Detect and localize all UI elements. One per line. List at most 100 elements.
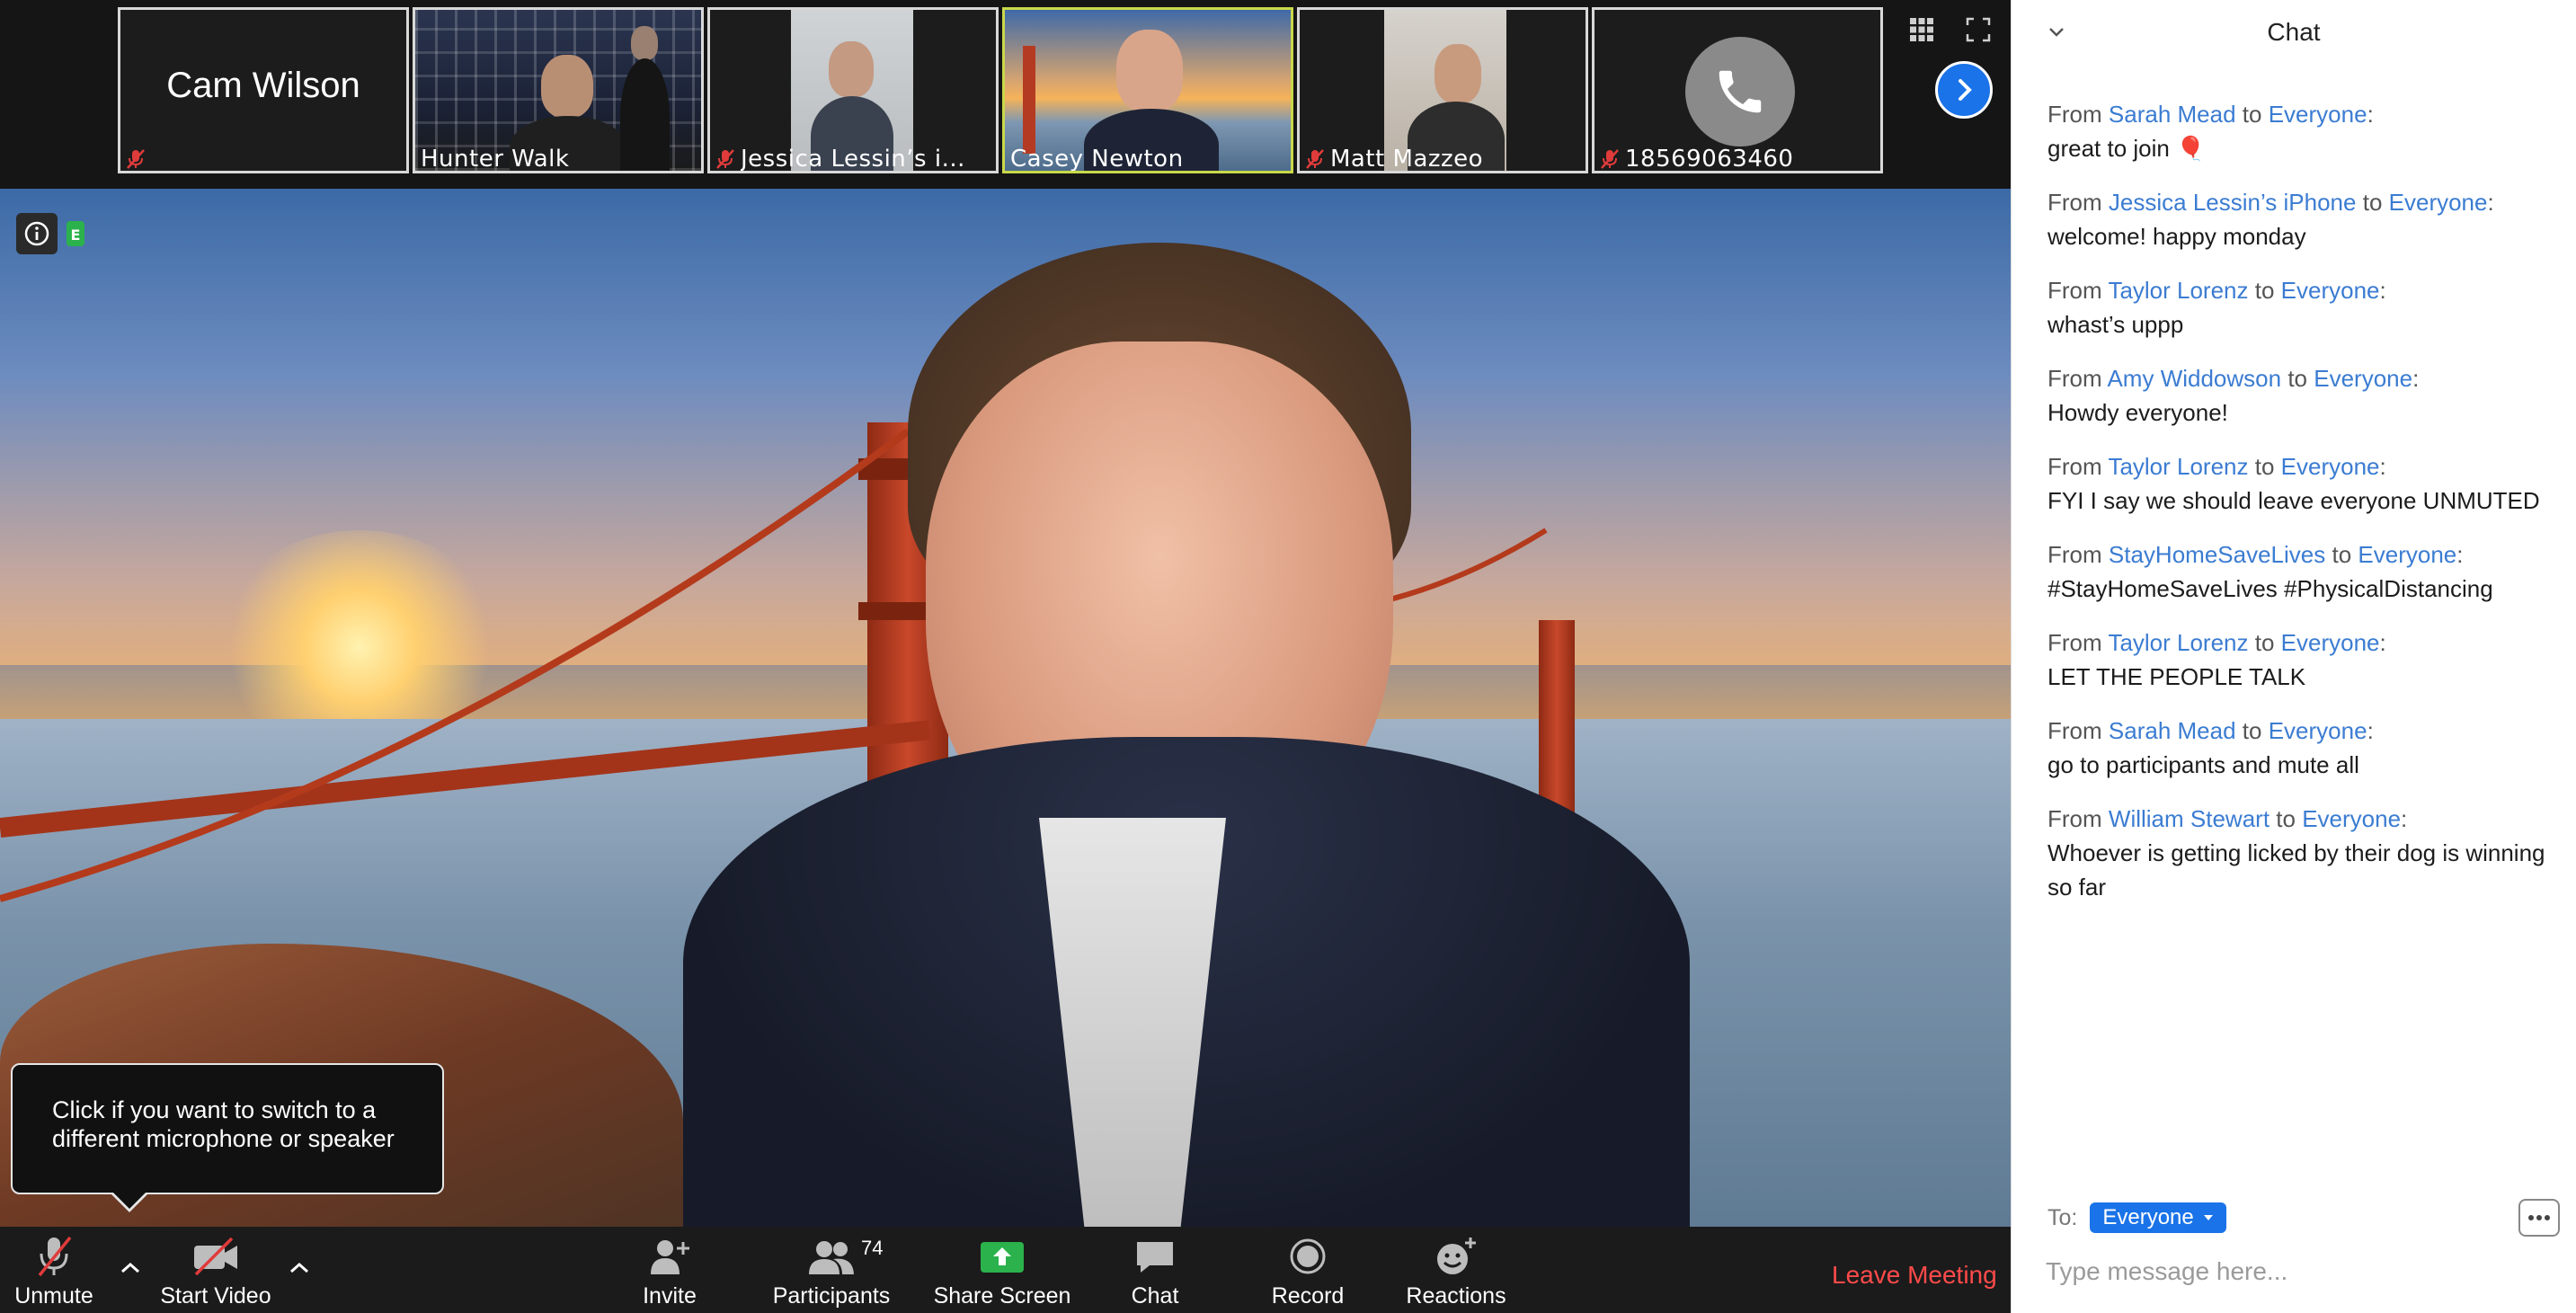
from-word: From: [2047, 453, 2102, 480]
record-button[interactable]: Record: [1263, 1227, 1353, 1313]
from-word: From: [2047, 365, 2102, 392]
emoji-add-icon: [1429, 1231, 1483, 1282]
from-word: From: [2047, 805, 2102, 832]
from-word: From: [2047, 189, 2102, 216]
sender-name[interactable]: Sarah Mead: [2109, 101, 2236, 128]
record-icon: [1281, 1231, 1335, 1282]
chat-message-text: whast’s uppp: [2047, 311, 2184, 338]
participant-name-bar: Casey Newton: [1005, 146, 1291, 173]
from-word: From: [2047, 277, 2102, 304]
phone-avatar: [1685, 37, 1795, 146]
recipient-name[interactable]: Everyone: [2269, 717, 2367, 744]
start-video-label: Start Video: [160, 1283, 271, 1309]
add-person-icon: [643, 1231, 697, 1282]
participant-thumbnail[interactable]: Cam Wilson: [118, 7, 409, 173]
reactions-button[interactable]: Reactions: [1402, 1227, 1510, 1313]
participant-name-bar: 18569063460: [1594, 146, 1880, 173]
meeting-info-button[interactable]: [16, 213, 58, 254]
to-word: to: [2254, 277, 2275, 304]
to-word: to: [2242, 717, 2262, 744]
participant-thumbnail[interactable]: 18569063460: [1592, 7, 1883, 173]
chat-message-text: go to participants and mute all: [2047, 751, 2359, 778]
invite-label: Invite: [643, 1283, 697, 1309]
from-word: From: [2047, 101, 2102, 128]
chat-message-input[interactable]: [2046, 1249, 2549, 1294]
chat-message-header: From Sarah Mead to Everyone:: [2047, 714, 2560, 748]
recipient-name[interactable]: Everyone: [2269, 101, 2367, 128]
sender-name[interactable]: Taylor Lorenz: [2108, 629, 2248, 656]
invite-button[interactable]: Invite: [629, 1227, 710, 1313]
recipient-name[interactable]: Everyone: [2389, 189, 2488, 216]
to-word: to: [2276, 805, 2296, 832]
chat-more-options-button[interactable]: [2518, 1199, 2560, 1237]
recipient-select[interactable]: Everyone: [2090, 1202, 2226, 1233]
share-screen-button[interactable]: Share Screen: [930, 1227, 1074, 1313]
info-icon: [24, 221, 49, 246]
recipient-name[interactable]: Everyone: [2302, 805, 2401, 832]
sender-name[interactable]: Taylor Lorenz: [2108, 453, 2248, 480]
sender-name[interactable]: William Stewart: [2109, 805, 2270, 832]
chat-message: From William Stewart to Everyone: Whoever…: [2047, 802, 2560, 904]
to-word: to: [2332, 541, 2352, 568]
from-word: From: [2047, 629, 2102, 656]
chat-message-header: From Taylor Lorenz to Everyone:: [2047, 625, 2560, 660]
chat-title: Chat: [2267, 18, 2321, 46]
chat-message-header: From Taylor Lorenz to Everyone:: [2047, 273, 2560, 307]
chat-message-header: From Taylor Lorenz to Everyone:: [2047, 449, 2560, 484]
chat-message-text: #StayHomeSaveLives #PhysicalDistancing: [2047, 575, 2493, 602]
participant-name: Jessica Lessin’s i...: [741, 146, 965, 173]
video-area: Cam Wilson Hunter Walk Jessica Lessin’s …: [0, 0, 2011, 1313]
colon: :: [2379, 453, 2386, 480]
sender-name[interactable]: Jessica Lessin’s iPhone: [2109, 189, 2357, 216]
encryption-shield-icon[interactable]: E: [65, 219, 86, 248]
leave-meeting-button[interactable]: Leave Meeting: [1832, 1261, 1997, 1290]
participants-label: Participants: [772, 1283, 891, 1309]
participant-name-bar: [120, 147, 406, 171]
participant-face: [1116, 30, 1183, 112]
recipient-name[interactable]: Everyone: [2314, 365, 2412, 392]
chat-button[interactable]: Chat: [1115, 1227, 1195, 1313]
grid-view-icon[interactable]: [1908, 16, 1935, 43]
share-screen-icon: [975, 1231, 1029, 1282]
to-word: to: [2362, 189, 2383, 216]
to-word: to: [2254, 453, 2275, 480]
participant-thumbnail[interactable]: Jessica Lessin’s i...: [707, 7, 999, 173]
next-page-button[interactable]: [1935, 61, 1993, 119]
sender-name[interactable]: Taylor Lorenz: [2108, 277, 2248, 304]
recipient-name[interactable]: Everyone: [2281, 453, 2380, 480]
mic-muted-icon: [1306, 149, 1324, 169]
participant-thumbnail[interactable]: Matt Mazzeo: [1297, 7, 1588, 173]
colon: :: [2367, 717, 2374, 744]
recipient-name[interactable]: Everyone: [2281, 629, 2380, 656]
background-person: [631, 26, 658, 60]
participant-name-large: Cam Wilson: [166, 66, 360, 105]
chat-message: From Jessica Lessin’s iPhone to Everyone…: [2047, 185, 2560, 253]
caret-down-icon: [2203, 1215, 2213, 1220]
fullscreen-icon[interactable]: [1965, 16, 1992, 43]
sender-name[interactable]: Amy Widdowson: [2107, 365, 2281, 392]
reactions-label: Reactions: [1406, 1283, 1506, 1309]
sender-name[interactable]: Sarah Mead: [2109, 717, 2236, 744]
chat-message: From StayHomeSaveLives to Everyone: #Stay…: [2047, 537, 2560, 606]
start-video-button[interactable]: Start Video: [153, 1227, 279, 1313]
chat-message-list: From Sarah Mead to Everyone: great to joi…: [2047, 97, 2560, 924]
recipient-name[interactable]: Everyone: [2281, 277, 2380, 304]
audio-options-caret-icon[interactable]: [117, 1257, 144, 1279]
chat-message-text: Howdy everyone!: [2047, 399, 2228, 426]
chat-message: From Taylor Lorenz to Everyone: FYI I say…: [2047, 449, 2560, 518]
video-options-caret-icon[interactable]: [286, 1257, 313, 1279]
colon: :: [2379, 277, 2386, 304]
bridge-tower: [1023, 46, 1035, 154]
unmute-button[interactable]: Unmute: [9, 1227, 99, 1313]
sender-name[interactable]: StayHomeSaveLives: [2109, 541, 2325, 568]
thumbnail-strip: Cam Wilson Hunter Walk Jessica Lessin’s …: [0, 0, 2011, 189]
participant-name: Casey Newton: [1010, 146, 1184, 173]
unmute-label: Unmute: [14, 1283, 93, 1309]
participant-name: 18569063460: [1625, 146, 1794, 173]
recipient-name[interactable]: Everyone: [2358, 541, 2456, 568]
chat-message: From Amy Widdowson to Everyone: Howdy eve…: [2047, 361, 2560, 430]
participant-thumbnail-active[interactable]: Casey Newton: [1002, 7, 1293, 173]
participant-thumbnail[interactable]: Hunter Walk: [413, 7, 704, 173]
participants-count-badge: 74: [861, 1237, 884, 1259]
record-label: Record: [1271, 1283, 1345, 1309]
